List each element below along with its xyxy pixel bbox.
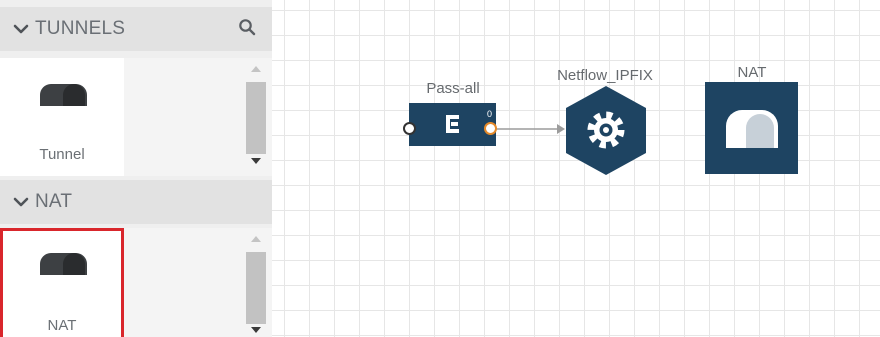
tunnel-icon (40, 84, 87, 106)
filter-e-icon (446, 115, 459, 133)
pass-all-node[interactable]: 0 (409, 103, 496, 146)
section-header-nat[interactable]: NAT (0, 180, 272, 224)
chevron-down-icon (13, 24, 29, 34)
nat-panel: NAT (0, 228, 272, 337)
scroll-up-arrow-icon[interactable] (246, 232, 266, 246)
section-title-nat: NAT (35, 191, 73, 212)
tunnel-icon (726, 110, 778, 148)
section-title-tunnels: TUNNELS (35, 18, 126, 39)
tile-label-nat: NAT (47, 317, 77, 334)
chevron-down-icon (13, 197, 29, 207)
scroll-up-arrow-icon[interactable] (246, 62, 266, 76)
node-label-pass-all: Pass-all (426, 80, 480, 97)
output-port[interactable] (484, 122, 497, 135)
tunnels-scrollbar[interactable] (246, 58, 266, 176)
node-label-nat: NAT (737, 64, 767, 81)
netflow-ipfix-node[interactable] (565, 86, 647, 175)
section-header-tunnels[interactable]: TUNNELS (0, 7, 272, 51)
sidebar: TUNNELS Tunnel NAT NAT (0, 0, 272, 337)
scroll-thumb[interactable] (246, 252, 266, 324)
scroll-thumb[interactable] (246, 82, 266, 154)
node-label-netflow-ipfix: Netflow_IPFIX (557, 67, 653, 84)
topology-canvas[interactable]: Pass-all 0 Netflow_IPFIX NAT (272, 0, 880, 337)
scroll-down-arrow-icon[interactable] (246, 154, 266, 168)
nat-node[interactable] (705, 82, 798, 174)
tile-label-tunnel: Tunnel (39, 146, 85, 163)
scroll-down-arrow-icon[interactable] (246, 323, 266, 337)
input-port[interactable] (403, 122, 416, 135)
tunnels-panel: Tunnel (0, 58, 272, 176)
search-icon[interactable] (238, 18, 256, 36)
port-badge: 0 (486, 109, 492, 119)
nat-tile[interactable]: NAT (0, 228, 124, 337)
nat-scrollbar[interactable] (246, 228, 266, 337)
tunnel-icon (40, 253, 87, 275)
tunnel-tile[interactable]: Tunnel (0, 58, 124, 176)
